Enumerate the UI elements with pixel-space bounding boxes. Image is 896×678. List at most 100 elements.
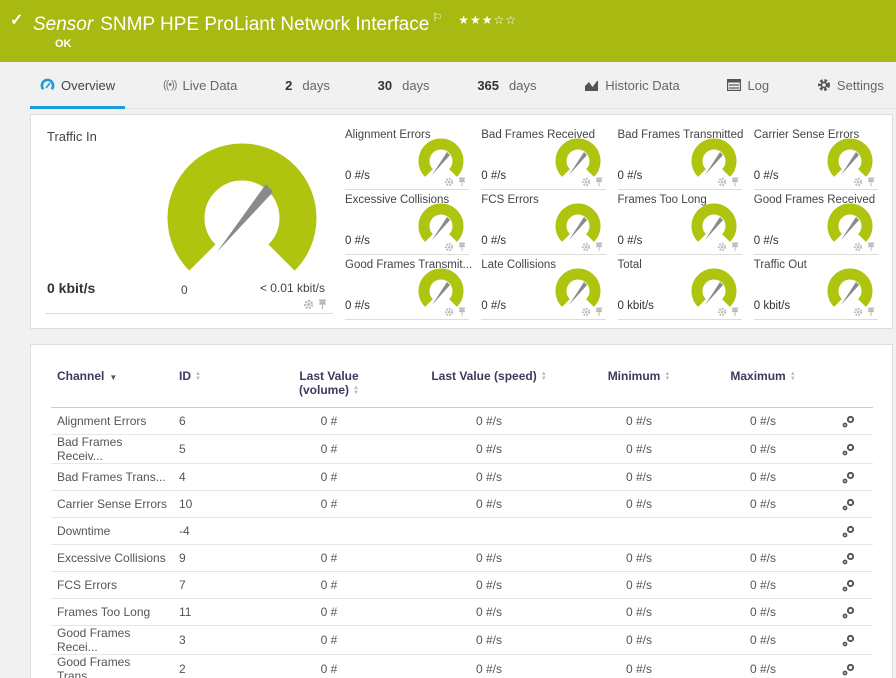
minimum-cell: 0 #/s: [575, 464, 703, 491]
sort-icon: ▲▼: [664, 372, 670, 382]
mini-gauge-tile[interactable]: Traffic Out 0 kbit/s: [754, 255, 878, 320]
channel-settings-gears-icon[interactable]: [841, 414, 856, 429]
mini-gauge-tile[interactable]: Alignment Errors 0 #/s: [345, 125, 469, 190]
mini-gauge-tile[interactable]: Frames Too Long 0 #/s: [618, 190, 742, 255]
mini-gauge-tile[interactable]: Excessive Collisions 0 #/s: [345, 190, 469, 255]
priority-flag-icon[interactable]: ⚐: [432, 12, 442, 24]
mini-gauge-title: Bad Frames Transmitted: [618, 129, 744, 141]
pin-icon[interactable]: [731, 177, 739, 187]
pin-icon[interactable]: [867, 242, 875, 252]
mini-gauge-title: Frames Too Long: [618, 194, 707, 206]
mini-gauge-title: FCS Errors: [481, 194, 539, 206]
channel-settings-gears-icon[interactable]: [841, 578, 856, 593]
column-header-id[interactable]: ID▲▼: [173, 357, 255, 408]
gear-icon[interactable]: [853, 307, 863, 317]
pin-icon[interactable]: [731, 242, 739, 252]
mini-gauge-tile[interactable]: Bad Frames Transmitted 0 #/s: [618, 125, 742, 190]
mini-gauge-title: Excessive Collisions: [345, 194, 449, 206]
gear-icon[interactable]: [717, 177, 727, 187]
overview-gauges-panel: Traffic In 0 < 0.01 kbit/s 0 kbit/s Alig…: [30, 114, 893, 329]
tab-365-days[interactable]: 365 days: [467, 62, 546, 108]
column-header-last-volume[interactable]: Last Value (volume)▲▼: [255, 357, 403, 408]
channel-id-cell: 9: [173, 545, 255, 572]
channel-row: Good Frames Trans... 2 0 # 0 #/s 0 #/s 0…: [51, 655, 873, 678]
column-header-channel[interactable]: Channel▼: [51, 357, 173, 408]
mini-gauge-tile[interactable]: Good Frames Transmit... 0 #/s: [345, 255, 469, 320]
column-header-minimum[interactable]: Minimum▲▼: [575, 357, 703, 408]
channel-settings-gears-icon[interactable]: [841, 442, 856, 457]
tab-label: Historic Data: [605, 78, 679, 93]
mini-gauge-title: Good Frames Transmit...: [345, 259, 472, 271]
channel-settings-gears-icon[interactable]: [841, 633, 856, 648]
mini-gauge-tile[interactable]: Carrier Sense Errors 0 #/s: [754, 125, 878, 190]
channel-settings-gears-icon[interactable]: [841, 497, 856, 512]
pin-icon[interactable]: [595, 177, 603, 187]
minimum-cell: [575, 518, 703, 545]
channel-name-cell: FCS Errors: [51, 572, 173, 599]
channel-settings-gears-icon[interactable]: [841, 470, 856, 485]
mini-gauge-grid: Alignment Errors 0 #/s: [345, 125, 878, 318]
channel-row: FCS Errors 7 0 # 0 #/s 0 #/s 0 #/s: [51, 572, 873, 599]
channel-name-cell: Downtime: [51, 518, 173, 545]
channel-settings-gears-icon[interactable]: [841, 551, 856, 566]
channel-id-cell: 10: [173, 491, 255, 518]
channel-settings-gears-icon[interactable]: [841, 524, 856, 539]
last-value-volume-cell: 0 #: [255, 599, 403, 626]
mini-gauge-title: Alignment Errors: [345, 129, 431, 141]
mini-gauge-value: 0 #/s: [754, 170, 779, 182]
tab-settings[interactable]: Settings: [807, 62, 894, 108]
gear-icon[interactable]: [581, 177, 591, 187]
pin-icon[interactable]: [731, 307, 739, 317]
gear-icon[interactable]: [853, 177, 863, 187]
mini-gauge-tile[interactable]: Bad Frames Received 0 #/s: [481, 125, 605, 190]
channel-row: Carrier Sense Errors 10 0 # 0 #/s 0 #/s …: [51, 491, 873, 518]
gear-icon[interactable]: [444, 307, 454, 317]
tab-overview[interactable]: Overview: [30, 62, 125, 108]
main-gauge-tile-traffic-in[interactable]: Traffic In 0 < 0.01 kbit/s 0 kbit/s: [45, 125, 333, 314]
pin-icon[interactable]: [458, 242, 466, 252]
tab-bar: Overview ((•)) Live Data 2 days 30 days …: [30, 62, 896, 109]
channel-id-cell: 2: [173, 655, 255, 678]
tab-log[interactable]: Log: [717, 62, 779, 108]
tab-label: days: [402, 78, 429, 93]
gauge-icon: [40, 78, 55, 92]
gear-icon[interactable]: [444, 242, 454, 252]
gear-icon[interactable]: [853, 242, 863, 252]
priority-stars[interactable]: ★★★☆☆: [458, 13, 517, 27]
pin-icon[interactable]: [867, 307, 875, 317]
gear-icon[interactable]: [444, 177, 454, 187]
pin-icon[interactable]: [458, 307, 466, 317]
gear-icon[interactable]: [581, 307, 591, 317]
channel-row: Bad Frames Trans... 4 0 # 0 #/s 0 #/s 0 …: [51, 464, 873, 491]
tab-live-data[interactable]: ((•)) Live Data: [153, 62, 247, 108]
last-value-volume-cell: 0 #: [255, 545, 403, 572]
column-header-maximum[interactable]: Maximum▲▼: [703, 357, 823, 408]
last-value-speed-cell: 0 #/s: [403, 464, 575, 491]
column-header-last-speed[interactable]: Last Value (speed)▲▼: [403, 357, 575, 408]
mini-gauge-value: 0 #/s: [345, 170, 370, 182]
pin-icon[interactable]: [458, 177, 466, 187]
gear-icon[interactable]: [581, 242, 591, 252]
mini-gauge-title: Carrier Sense Errors: [754, 129, 859, 141]
column-label: Last Value (volume): [299, 369, 359, 397]
channel-settings-gears-icon[interactable]: [841, 662, 856, 677]
gear-icon[interactable]: [717, 242, 727, 252]
tab-2-days[interactable]: 2 days: [275, 62, 340, 108]
pin-icon[interactable]: [867, 177, 875, 187]
tab-historic-data[interactable]: Historic Data: [574, 62, 689, 108]
channel-name-cell: Bad Frames Receiv...: [51, 435, 173, 464]
tab-30-days[interactable]: 30 days: [368, 62, 440, 108]
mini-gauge-tile[interactable]: FCS Errors 0 #/s: [481, 190, 605, 255]
mini-gauge-tile[interactable]: Total 0 kbit/s: [618, 255, 742, 320]
channel-name-cell: Good Frames Trans...: [51, 655, 173, 678]
gear-icon[interactable]: [717, 307, 727, 317]
channel-id-cell: 6: [173, 408, 255, 435]
channel-settings-gears-icon[interactable]: [841, 605, 856, 620]
pin-icon[interactable]: [595, 307, 603, 317]
pin-icon[interactable]: [595, 242, 603, 252]
mini-gauge-tile[interactable]: Late Collisions 0 #/s: [481, 255, 605, 320]
pin-icon[interactable]: [318, 299, 327, 310]
sensor-title: SNMP HPE ProLiant Network Interface: [100, 14, 429, 35]
gear-icon[interactable]: [303, 299, 314, 310]
mini-gauge-tile[interactable]: Good Frames Received 0 #/s: [754, 190, 878, 255]
